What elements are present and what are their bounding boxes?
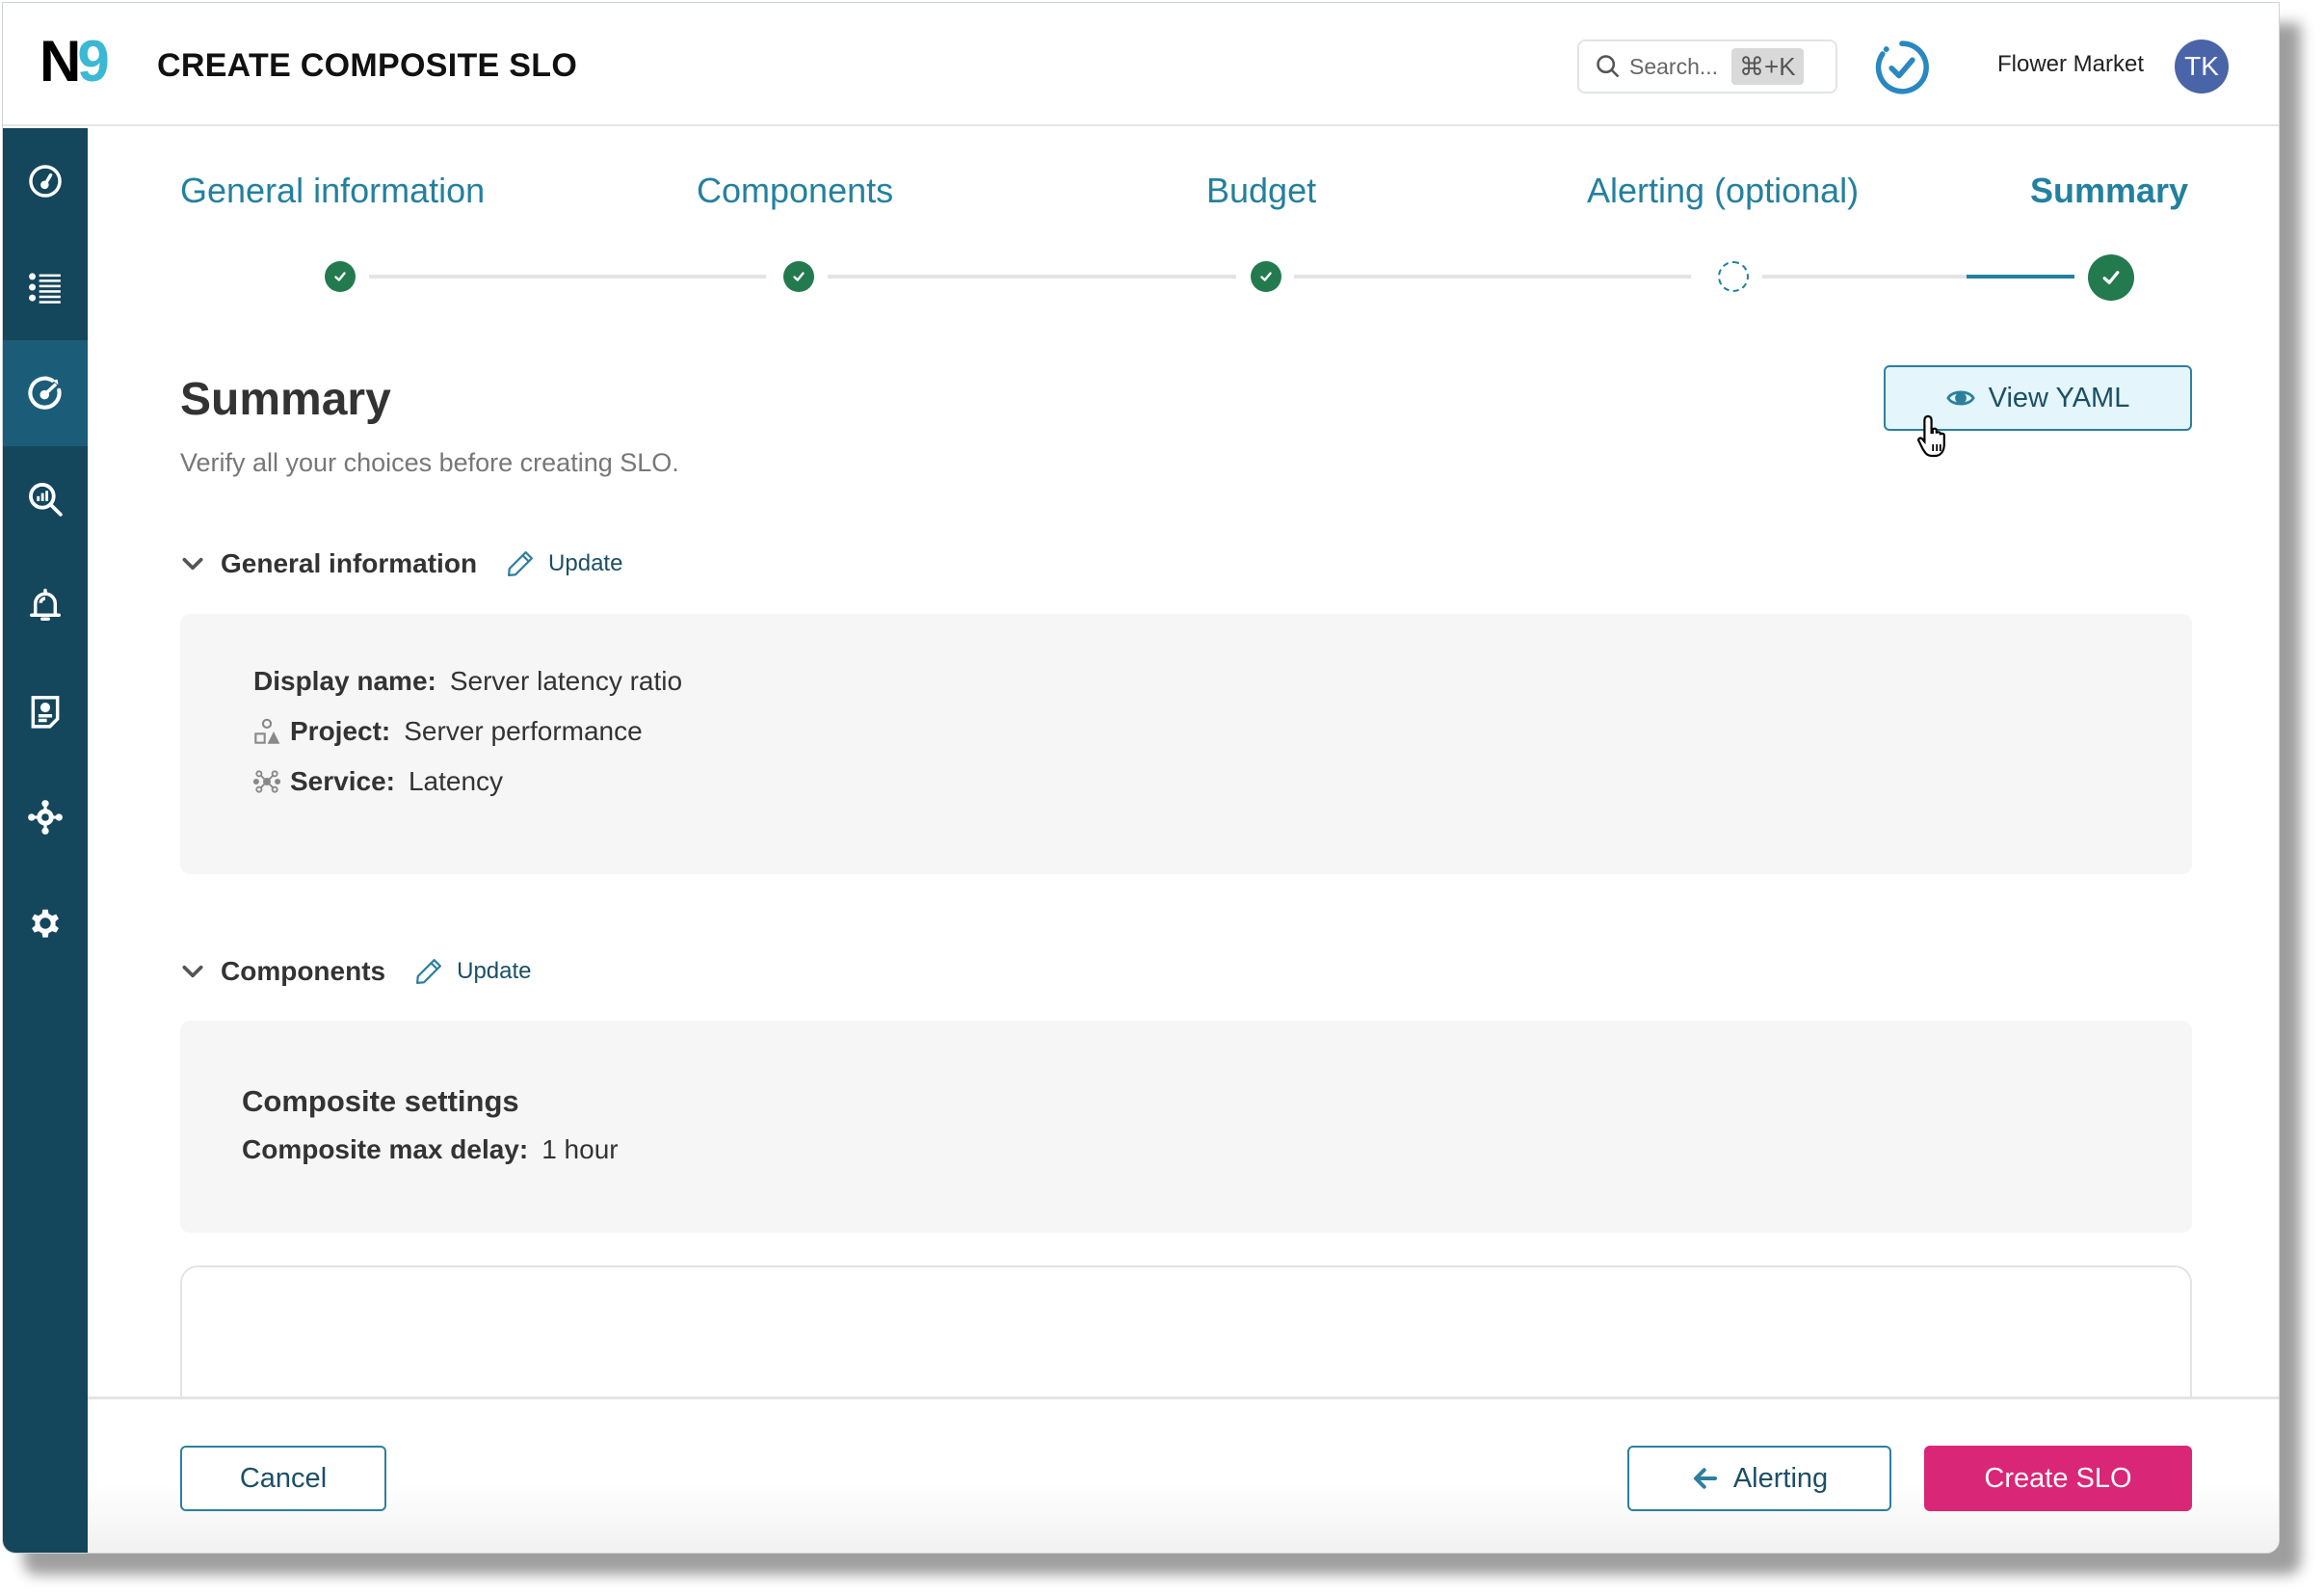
step-connector-active — [1967, 275, 2074, 279]
sidebar-item-settings[interactable] — [3, 870, 88, 976]
check-icon — [793, 272, 805, 281]
step-alerting[interactable]: Alerting (optional) — [1587, 171, 1859, 211]
components-section-header: Components Update — [180, 956, 532, 987]
pencil-icon — [508, 551, 534, 576]
step-summary[interactable]: Summary — [2030, 171, 2188, 211]
sidebar-item-service-list[interactable] — [3, 234, 88, 340]
general-information-section-header: General information Update — [180, 548, 622, 579]
project-field: Project: Server performance — [253, 716, 643, 747]
back-to-alerting-button[interactable]: Alerting — [1627, 1446, 1891, 1511]
logo-9: 9 — [77, 29, 110, 93]
wizard-footer: Cancel Alerting Create SLO — [88, 1396, 2279, 1553]
chevron-down-icon[interactable] — [180, 959, 205, 984]
display-name-value: Server latency ratio — [449, 666, 683, 696]
main-content: General information Components Budget Al… — [88, 128, 2279, 1553]
cancel-label: Cancel — [239, 1462, 328, 1494]
display-name-label: Display name: — [253, 666, 436, 696]
sidebar-item-analytics[interactable] — [3, 446, 88, 552]
integrations-icon — [28, 800, 63, 835]
service-field: Service: Latency — [253, 766, 503, 797]
wizard-stepper: General information Components Budget Al… — [88, 128, 2279, 321]
step-connector — [828, 275, 1236, 279]
sidebar-item-alerts[interactable] — [3, 552, 88, 658]
dashboard-gauge-icon — [29, 165, 62, 198]
search-input[interactable]: Search... ⌘+K — [1577, 40, 1837, 93]
project-label: Project: — [290, 716, 391, 746]
step-general-information[interactable]: General information — [180, 171, 485, 211]
step-current-indicator — [2088, 254, 2134, 301]
summary-subtitle: Verify all your choices before creating … — [180, 448, 679, 477]
view-yaml-label: View YAML — [1988, 382, 2130, 413]
app-window: N9 CREATE COMPOSITE SLO Search... ⌘+K Fl… — [2, 2, 2280, 1554]
create-slo-label: Create SLO — [1984, 1462, 2132, 1494]
search-placeholder: Search... — [1629, 53, 1719, 79]
settings-gear-icon — [32, 909, 59, 938]
step-components[interactable]: Components — [697, 171, 893, 211]
eye-icon — [1945, 390, 1975, 406]
pencil-icon — [416, 959, 442, 984]
general-information-panel: Display name: Server latency ratio Proje… — [180, 614, 2192, 874]
composite-settings-heading: Composite settings — [242, 1084, 519, 1118]
sidebar-item-integrations[interactable] — [3, 764, 88, 870]
organization-name[interactable]: Flower Market — [1997, 51, 2144, 78]
hand-pointer-cursor-icon — [1917, 414, 1945, 458]
update-general-information-button[interactable]: Update — [506, 549, 622, 578]
composite-max-delay-label: Composite max delay: — [242, 1134, 529, 1164]
user-avatar[interactable]: TK — [2175, 40, 2229, 93]
service-value: Latency — [408, 766, 504, 796]
update-components-button[interactable]: Update — [414, 957, 532, 986]
list-icon — [29, 273, 61, 304]
summary-heading: Summary — [180, 374, 391, 425]
update-label: Update — [457, 958, 532, 984]
step-connector — [1762, 275, 1974, 279]
analytics-search-icon — [29, 483, 63, 517]
slo-target-icon — [28, 376, 62, 410]
project-value: Server performance — [404, 716, 643, 746]
components-title: Components — [221, 956, 386, 986]
sync-status-check-icon[interactable] — [1872, 38, 1932, 97]
project-icon — [254, 718, 280, 744]
report-icon — [31, 696, 60, 729]
step-complete-indicator — [783, 261, 814, 292]
update-label: Update — [548, 550, 623, 576]
step-connector — [1294, 275, 1691, 279]
sidebar-item-reports[interactable] — [3, 658, 88, 764]
arrow-left-icon — [1693, 1468, 1717, 1489]
search-shortcut-badge: ⌘+K — [1731, 48, 1804, 85]
top-header: N9 CREATE COMPOSITE SLO Search... ⌘+K Fl… — [3, 3, 2279, 126]
alert-bell-icon — [30, 588, 61, 621]
composite-max-delay-value: 1 hour — [541, 1134, 619, 1164]
step-connector — [369, 275, 766, 279]
components-panel: Composite settings Composite max delay: … — [180, 1021, 2192, 1233]
sidebar-nav — [3, 128, 88, 1553]
back-label: Alerting — [1732, 1462, 1829, 1494]
sidebar-item-slos[interactable] — [3, 340, 88, 446]
nobl9-logo[interactable]: N9 — [40, 29, 110, 93]
check-icon — [2102, 271, 2120, 284]
service-icon — [253, 770, 280, 793]
step-pending-indicator — [1718, 261, 1749, 292]
step-complete-indicator — [1251, 261, 1281, 292]
page-title: CREATE COMPOSITE SLO — [157, 47, 578, 84]
create-slo-button[interactable]: Create SLO — [1924, 1446, 2192, 1511]
sidebar-item-dashboard[interactable] — [3, 128, 88, 234]
cancel-button[interactable]: Cancel — [180, 1446, 386, 1511]
check-icon — [1260, 272, 1272, 281]
service-label: Service: — [290, 766, 395, 796]
composite-max-delay-field: Composite max delay: 1 hour — [242, 1134, 619, 1165]
check-icon — [334, 272, 346, 281]
chevron-down-icon[interactable] — [180, 551, 205, 576]
step-complete-indicator — [325, 261, 356, 292]
general-information-title: General information — [221, 548, 478, 578]
display-name-field: Display name: Server latency ratio — [253, 666, 682, 697]
search-icon — [1597, 55, 1620, 78]
step-budget[interactable]: Budget — [1206, 171, 1316, 211]
logo-n: N — [40, 29, 81, 93]
